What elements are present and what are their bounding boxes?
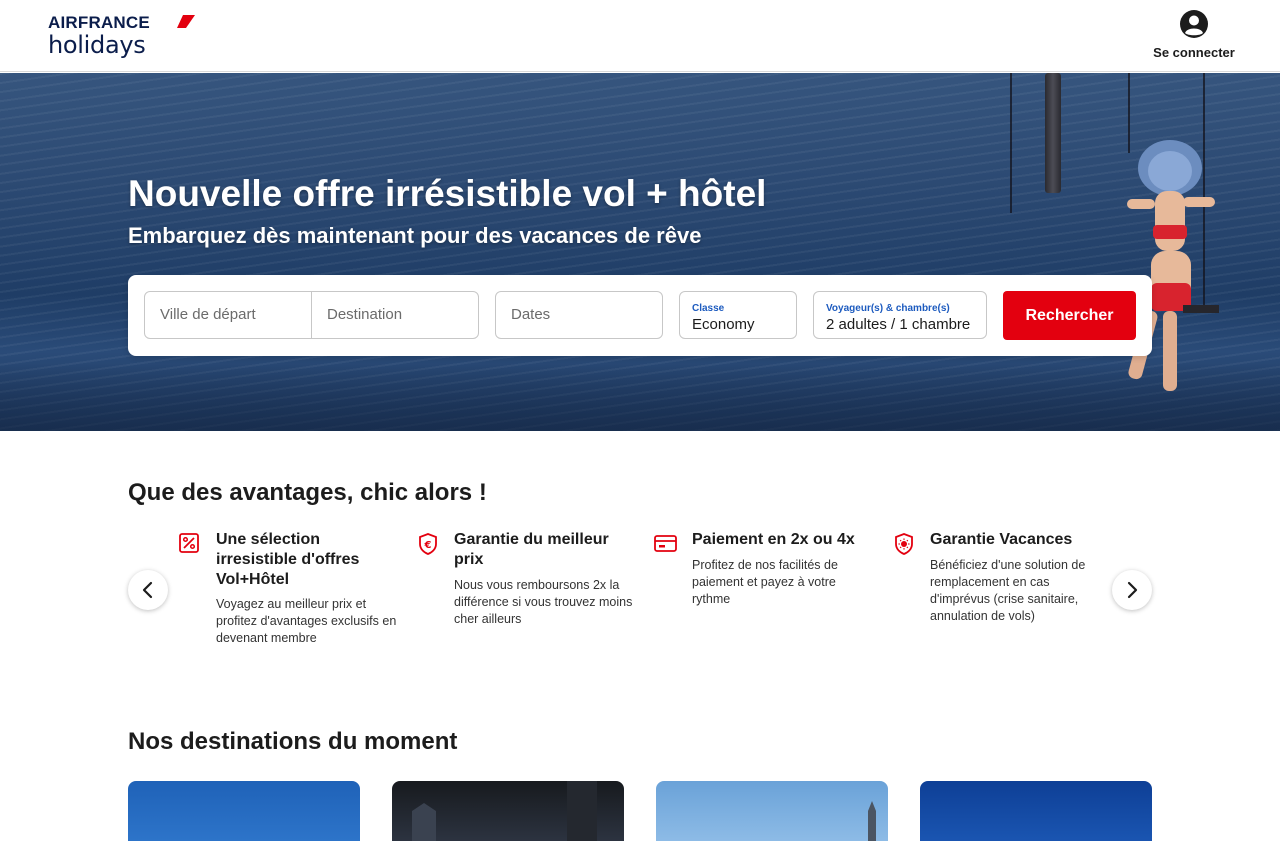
dates-input[interactable]: Dates — [495, 291, 663, 339]
advantage-title: Paiement en 2x ou 4x — [692, 531, 855, 548]
hero-swing-pole — [1045, 73, 1061, 193]
hero-banner: Nouvelle offre irrésistible vol + hôtel … — [0, 73, 1280, 431]
travelers-rooms-select[interactable]: Voyageur(s) & chambre(s) 2 adultes / 1 c… — [813, 291, 987, 339]
euro-shield-icon: € — [419, 533, 437, 555]
percent-tag-icon — [179, 533, 199, 553]
logo-stripe-icon — [177, 15, 195, 28]
search-panel: Ville de départ Destination Dates Classe… — [128, 275, 1152, 356]
hero-beach — [0, 363, 1280, 431]
departure-city-placeholder: Ville de départ — [160, 306, 256, 323]
logo-brand: AIRFRANCE — [48, 13, 150, 32]
user-avatar-icon — [1180, 10, 1208, 38]
sun-shield-icon — [895, 533, 913, 555]
logo-sub: holidays — [48, 31, 146, 59]
advantage-title: Garantie du meilleur prix — [454, 531, 609, 568]
departure-city-input[interactable]: Ville de départ — [144, 291, 312, 339]
destination-card[interactable] — [656, 781, 888, 841]
carousel-next-button[interactable] — [1112, 570, 1152, 610]
hero-swing-rope-left — [1010, 73, 1012, 213]
advantage-text: Profitez de nos facilités de paiement et… — [692, 558, 838, 606]
carousel-prev-button[interactable] — [128, 570, 168, 610]
dates-placeholder: Dates — [511, 306, 551, 323]
destination-input[interactable]: Destination — [311, 291, 479, 339]
chevron-right-icon — [1127, 581, 1138, 599]
hero-subtitle: Embarquez dès maintenant pour des vacanc… — [128, 223, 702, 248]
class-value: Economy — [692, 316, 755, 333]
destination-placeholder: Destination — [327, 306, 403, 323]
advantage-text: Voyagez au meilleur prix et profitez d'a… — [216, 597, 397, 645]
class-label: Classe — [692, 303, 725, 314]
chevron-left-icon — [142, 581, 153, 599]
class-select[interactable]: Classe Economy — [679, 291, 797, 339]
destination-card-image — [412, 781, 597, 841]
destinations-title: Nos destinations du moment — [128, 728, 458, 755]
destination-card[interactable] — [128, 781, 360, 841]
advantages-title: Que des avantages, chic alors ! — [128, 479, 487, 506]
advantage-text: Bénéficiez d'une solution de remplacemen… — [930, 558, 1086, 623]
destination-card-image — [868, 801, 876, 841]
svg-text:€: € — [424, 540, 432, 551]
login-label: Se connecter — [1153, 45, 1235, 60]
site-header: AIRFRANCE holidays Se connecter — [0, 0, 1280, 72]
destination-card[interactable] — [920, 781, 1152, 841]
login-button[interactable]: Se connecter — [1150, 9, 1238, 65]
air-france-holidays-logo[interactable]: AIRFRANCE holidays — [48, 13, 198, 59]
advantage-title: Une sélection irresistible d'offres Vol+… — [216, 531, 360, 588]
destination-card[interactable] — [392, 781, 624, 841]
credit-card-icon — [654, 535, 677, 552]
advantage-title: Garantie Vacances — [930, 531, 1073, 548]
search-button[interactable]: Rechercher — [1003, 291, 1136, 340]
advantage-text: Nous vous remboursons 2x la différence s… — [454, 578, 633, 626]
travelers-rooms-label: Voyageur(s) & chambre(s) — [826, 303, 950, 314]
travelers-rooms-value: 2 adultes / 1 chambre — [826, 316, 971, 333]
hero-title: Nouvelle offre irrésistible vol + hôtel — [128, 173, 767, 214]
